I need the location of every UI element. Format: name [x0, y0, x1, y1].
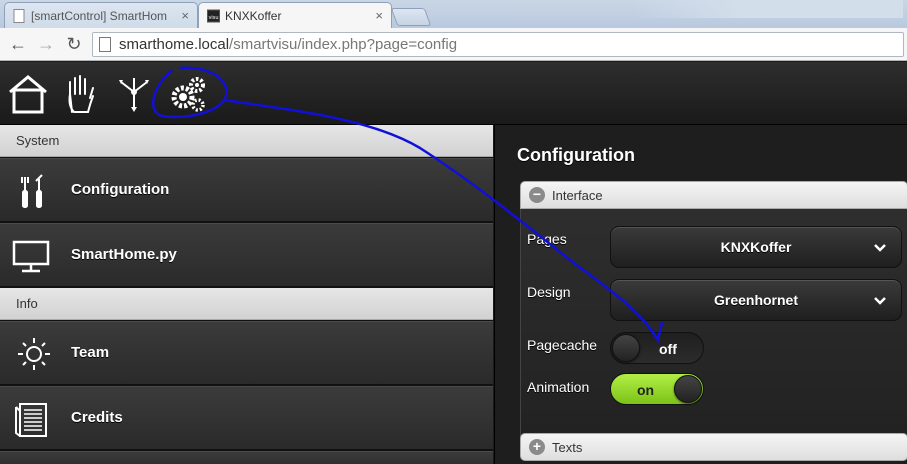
menu-item-team[interactable]: Team: [0, 321, 493, 385]
forward-arrow-icon[interactable]: →: [36, 34, 56, 54]
gears-icon[interactable]: [166, 72, 210, 116]
pagecache-toggle-value: off: [659, 341, 677, 357]
menu-item-label: Team: [71, 344, 110, 361]
pagecache-label: Pagecache: [527, 337, 598, 353]
plus-icon: +: [529, 439, 545, 455]
document-icon: [15, 403, 47, 437]
page-title: Configuration: [517, 145, 635, 165]
menu-item-smarthome-py[interactable]: SmartHome.py: [0, 223, 493, 287]
address-bar[interactable]: smarthome.local/smartvisu/index.php?page…: [92, 32, 904, 57]
menu-item-partial[interactable]: [0, 451, 493, 464]
design-select-value: Greenhornet: [713, 292, 798, 308]
design-select[interactable]: Greenhornet: [610, 279, 902, 321]
menu-divider-system: System: [0, 125, 493, 157]
browser-tab-smartcontrol[interactable]: [smartControl] SmartHom ×: [4, 2, 198, 28]
reload-icon[interactable]: ↻: [64, 34, 84, 54]
monitor-icon: [12, 240, 50, 273]
collapsible-interface: − Interface Pages KNXKoffer Design Green…: [520, 181, 907, 437]
design-label: Design: [527, 284, 571, 300]
close-tab-icon[interactable]: ×: [375, 8, 383, 23]
hand-icon[interactable]: [60, 72, 104, 116]
minus-icon: −: [529, 187, 545, 203]
menu-item-label: Credits: [71, 409, 123, 426]
window-controls: [633, 0, 903, 18]
tools-icon: [21, 174, 43, 208]
toggle-knob: [612, 334, 640, 362]
main-menu: System Configuration SmartHome.py Info T…: [0, 125, 493, 464]
new-tab-button[interactable]: [390, 8, 432, 26]
menu-item-label: Configuration: [71, 181, 170, 198]
browser-toolbar: ← → ↻ smarthome.local/smartvisu/index.ph…: [0, 28, 907, 61]
svg-text:visu: visu: [208, 15, 218, 21]
app-header: [0, 62, 907, 125]
menu-divider-info: Info: [0, 288, 493, 320]
interface-body: Pages KNXKoffer Design Greenhornet Pagec…: [520, 209, 907, 437]
menu-item-label: SmartHome.py: [71, 246, 177, 263]
pages-label: Pages: [527, 231, 567, 247]
pages-select[interactable]: KNXKoffer: [610, 226, 902, 268]
close-tab-icon[interactable]: ×: [181, 8, 189, 23]
visu-favicon-icon: visu: [207, 9, 220, 23]
animation-toggle-value: on: [637, 382, 655, 398]
chevron-down-icon: [874, 244, 886, 252]
texts-header[interactable]: + Texts: [520, 433, 907, 461]
interface-header[interactable]: − Interface: [520, 181, 907, 209]
sun-icon: [18, 338, 50, 370]
chevron-down-icon: [874, 297, 886, 305]
config-panel: Configuration − Interface Pages KNXKoffe…: [494, 125, 907, 464]
home-icon[interactable]: [6, 72, 50, 116]
browser-tab-bar: [smartControl] SmartHom × visu KNXKoffer…: [0, 0, 907, 28]
animation-label: Animation: [527, 379, 590, 395]
collapsible-texts: + Texts: [520, 433, 907, 461]
tab-title: [smartControl] SmartHom: [31, 9, 168, 23]
pages-select-value: KNXKoffer: [720, 239, 792, 255]
pagecache-toggle[interactable]: off: [610, 332, 704, 364]
network-icon[interactable]: [112, 72, 156, 116]
page-icon: [13, 9, 25, 23]
menu-item-configuration[interactable]: Configuration: [0, 158, 493, 222]
menu-item-credits[interactable]: Credits: [0, 386, 493, 450]
tab-title: KNXKoffer: [225, 9, 282, 23]
page-icon: [99, 37, 111, 52]
toggle-knob: [674, 375, 702, 403]
animation-toggle[interactable]: on: [610, 373, 704, 405]
browser-tab-knxkoffer[interactable]: visu KNXKoffer ×: [198, 2, 392, 28]
back-arrow-icon[interactable]: ←: [8, 34, 28, 54]
url-text: smarthome.local/smartvisu/index.php?page…: [119, 36, 458, 53]
